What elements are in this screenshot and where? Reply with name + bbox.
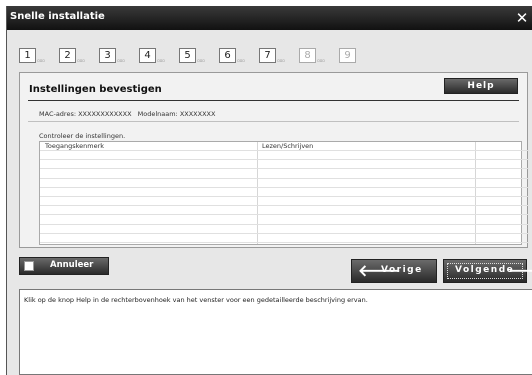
step-dots: ▫▫▫ xyxy=(317,58,325,64)
next-label: Volgende xyxy=(455,265,515,275)
table-cell xyxy=(257,160,262,169)
table-cell xyxy=(40,216,45,225)
table-cell xyxy=(475,206,480,215)
step-number: 2 xyxy=(59,48,76,63)
step-number: 5 xyxy=(179,48,196,63)
mac-address: MAC-adres: XXXXXXXXXXXX xyxy=(39,110,132,118)
title-divider xyxy=(28,100,519,101)
description-text: Klik op de knop Help in de rechterbovenh… xyxy=(24,296,368,304)
step-number: 7 xyxy=(259,48,276,63)
table-cell xyxy=(475,216,480,225)
step-dots: ▫▫▫ xyxy=(197,58,205,64)
table-cell xyxy=(257,170,262,179)
table-cell xyxy=(257,206,262,215)
table-cell xyxy=(40,197,45,206)
table-row xyxy=(40,216,529,225)
table-cell xyxy=(257,197,262,206)
step-dots: ▫▫▫ xyxy=(117,58,125,64)
table-cell xyxy=(475,179,480,188)
table-cell xyxy=(40,151,45,160)
column-header-readwrite: Lezen/Schrijven xyxy=(262,142,314,150)
installer-window: Snelle installatie ✕ 1 ▫▫▫ 2 ▫▫▫ 3 ▫▫▫ 4 ▫▫▫ 5 ▫▫… xyxy=(6,6,532,375)
table-row xyxy=(40,179,529,188)
settings-table: Toegangskenmerk Lezen/Schrijven xyxy=(39,141,529,245)
table-row xyxy=(40,234,529,243)
table-cell xyxy=(40,234,45,243)
table-header: Toegangskenmerk Lezen/Schrijven xyxy=(40,142,529,151)
step-number: 3 xyxy=(99,48,116,63)
description-box: Klik op de knop Help in de rechterbovenh… xyxy=(19,289,532,375)
window-title: Snelle installatie xyxy=(10,11,105,22)
help-button[interactable]: Help xyxy=(444,78,518,94)
previous-label: Vorige xyxy=(381,265,423,275)
table-cell xyxy=(257,225,262,234)
table-cell xyxy=(40,170,45,179)
table-cell xyxy=(475,225,480,234)
table-row xyxy=(40,188,529,197)
cancel-button[interactable]: Annuleer xyxy=(19,257,109,275)
table-row xyxy=(40,160,529,170)
page-title: Instellingen bevestigen xyxy=(29,84,162,95)
cancel-label: Annuleer xyxy=(50,260,94,270)
step-dots: ▫▫▫ xyxy=(37,58,45,64)
previous-button[interactable]: 🡐 Vorige xyxy=(351,259,437,283)
table-cell xyxy=(475,197,480,206)
table-cell xyxy=(40,188,45,197)
table-cell xyxy=(257,179,262,188)
table-row xyxy=(40,151,529,161)
table-cell xyxy=(475,160,480,169)
close-icon[interactable]: ✕ xyxy=(513,9,531,27)
step-dots: ▫▫▫ xyxy=(237,58,245,64)
table-cell xyxy=(475,234,480,243)
table-row xyxy=(40,206,529,216)
model-name: Modelnaam: XXXXXXXX xyxy=(137,110,216,118)
table-cell xyxy=(40,160,45,169)
step-number: 4 xyxy=(139,48,156,63)
table-cell xyxy=(40,206,45,215)
table-row xyxy=(40,170,529,179)
step-number: 9 xyxy=(339,48,356,63)
step-number: 1 xyxy=(19,48,36,63)
table-cell xyxy=(475,188,480,197)
table-row xyxy=(40,225,529,234)
info-divider xyxy=(28,121,519,122)
cancel-checkbox xyxy=(24,261,34,271)
settings-panel: Instellingen bevestigen Help MAC-adres: … xyxy=(19,72,529,248)
table-cell xyxy=(40,225,45,234)
step-dots: ▫▫▫ xyxy=(77,58,85,64)
check-instruction: Controleer de instellingen. xyxy=(39,132,126,140)
title-bar: Snelle installatie ✕ xyxy=(7,6,532,30)
step-number: 8 xyxy=(299,48,316,63)
column-header-access: Toegangskenmerk xyxy=(45,142,105,150)
table-row xyxy=(40,197,529,207)
device-info: MAC-adres: XXXXXXXXXXXX Modelnaam: XXXXX… xyxy=(39,110,219,118)
step-dots: ▫▫▫ xyxy=(277,58,285,64)
next-button[interactable]: Volgende 🡒 xyxy=(443,259,532,283)
table-cell xyxy=(40,179,45,188)
table-cell xyxy=(257,151,262,160)
arrow-right-icon: 🡒 xyxy=(508,261,532,280)
table-cell xyxy=(257,216,262,225)
step-dots: ▫▫▫ xyxy=(157,58,165,64)
table-cell xyxy=(257,188,262,197)
table-cell xyxy=(475,170,480,179)
step-number: 6 xyxy=(219,48,236,63)
table-cell xyxy=(475,151,480,160)
table-cell xyxy=(257,234,262,243)
